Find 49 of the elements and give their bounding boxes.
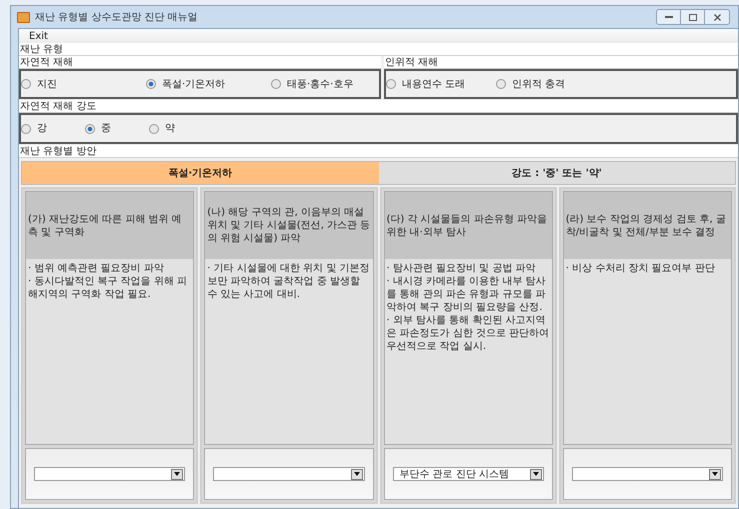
dropdown[interactable]: 부단수 관로 진단 시스템 xyxy=(392,467,544,481)
dropdown[interactable] xyxy=(213,467,364,481)
radio-button[interactable] xyxy=(386,79,396,89)
bullet-text: · 외부 탐사를 통해 확인된 사고지역은 파손정도가 심한 것으로 판단하여 우선적으로 작업 실시. xyxy=(386,314,550,353)
bullet-text: · 범위 예측관련 필요장비 파악 xyxy=(28,262,165,275)
maximize-icon xyxy=(688,14,696,20)
radio-button[interactable] xyxy=(21,79,31,89)
radio-button[interactable] xyxy=(21,124,31,134)
dropdown-caret-icon xyxy=(171,468,184,480)
radio-button[interactable] xyxy=(85,124,95,134)
section-label: 재난 유형별 방안 xyxy=(19,145,738,158)
header-bar: 폭설·기온저하 xyxy=(22,162,378,184)
section-label: 인위적 재해 xyxy=(384,56,738,69)
radio-label: 중 xyxy=(101,122,111,136)
column-heading: (가) 재난강도에 따른 피해 범위 예측 및 구역화 xyxy=(26,192,194,259)
dropdown[interactable] xyxy=(34,467,186,481)
window-title: 재난 유형별 상수도관망 진단 매뉴얼 xyxy=(35,10,198,24)
dropdown-caret-icon xyxy=(530,468,542,480)
bullet-text: · 내시경 카메라를 이용한 내부 탐사를 통해 관의 파손 유형과 규모를 파악하여 복구 장비의 필요량을 산정. xyxy=(386,275,547,314)
radio-label: 지진 xyxy=(37,78,57,92)
radio-label: 약 xyxy=(165,122,175,136)
radio-label: 태풍·홍수·호우 xyxy=(287,78,354,92)
radio-button[interactable] xyxy=(496,79,506,89)
radio-button[interactable] xyxy=(149,124,159,134)
app-icon xyxy=(17,12,30,22)
dropdown-caret-icon xyxy=(350,468,362,480)
column-heading: (다) 각 시설물들의 파손유형 파악을 위한 내·외부 탐사 xyxy=(384,192,552,259)
minimize-icon xyxy=(664,16,672,18)
section-label: 자연적 재해 xyxy=(19,56,381,69)
bullet-text: · 동시다발적인 복구 작업을 위해 피해지역의 구역화 작업 필요. xyxy=(28,275,188,301)
bullet-text: · 비상 수처리 장치 필요여부 판단 xyxy=(566,262,716,275)
radio-button[interactable] xyxy=(146,79,156,89)
radio-label: 내용연수 도래 xyxy=(402,78,466,92)
dropdown[interactable] xyxy=(572,467,723,481)
dropdown-caret-icon xyxy=(709,468,721,480)
menu-item[interactable]: Exit xyxy=(29,28,48,44)
section-label: 재난 유형 xyxy=(19,43,738,56)
header-bar: 강도 : '중' 또는 '약' xyxy=(378,162,735,184)
bullet-text: · 탐사관련 필요장비 및 공법 파악 xyxy=(386,262,537,275)
column-heading: (라) 보수 작업의 경제성 검토 후, 굴착/비굴착 및 전체/부분 보수 결정 xyxy=(564,192,731,259)
dropdown-value: 부단수 관로 진단 시스템 xyxy=(400,468,510,482)
radio-label: 강 xyxy=(37,122,47,136)
radio-label: 폭설·기온저하 xyxy=(162,78,226,92)
radio-label: 인위적 충격 xyxy=(512,78,566,92)
radio-button[interactable] xyxy=(271,79,281,89)
bullet-text: · 기타 시설물에 대한 위치 및 기본정보만 파악하여 굴착작업 중 발생할 수 있는 사고에 대비. xyxy=(207,262,370,301)
section-label: 자연적 재해 강도 xyxy=(19,100,738,113)
column-heading: (나) 해당 구역의 관, 이음부의 매설위치 및 기타 시설물(전선, 가스관 등의 위험 시설물) 파악 xyxy=(205,192,372,259)
close-icon xyxy=(714,14,720,20)
